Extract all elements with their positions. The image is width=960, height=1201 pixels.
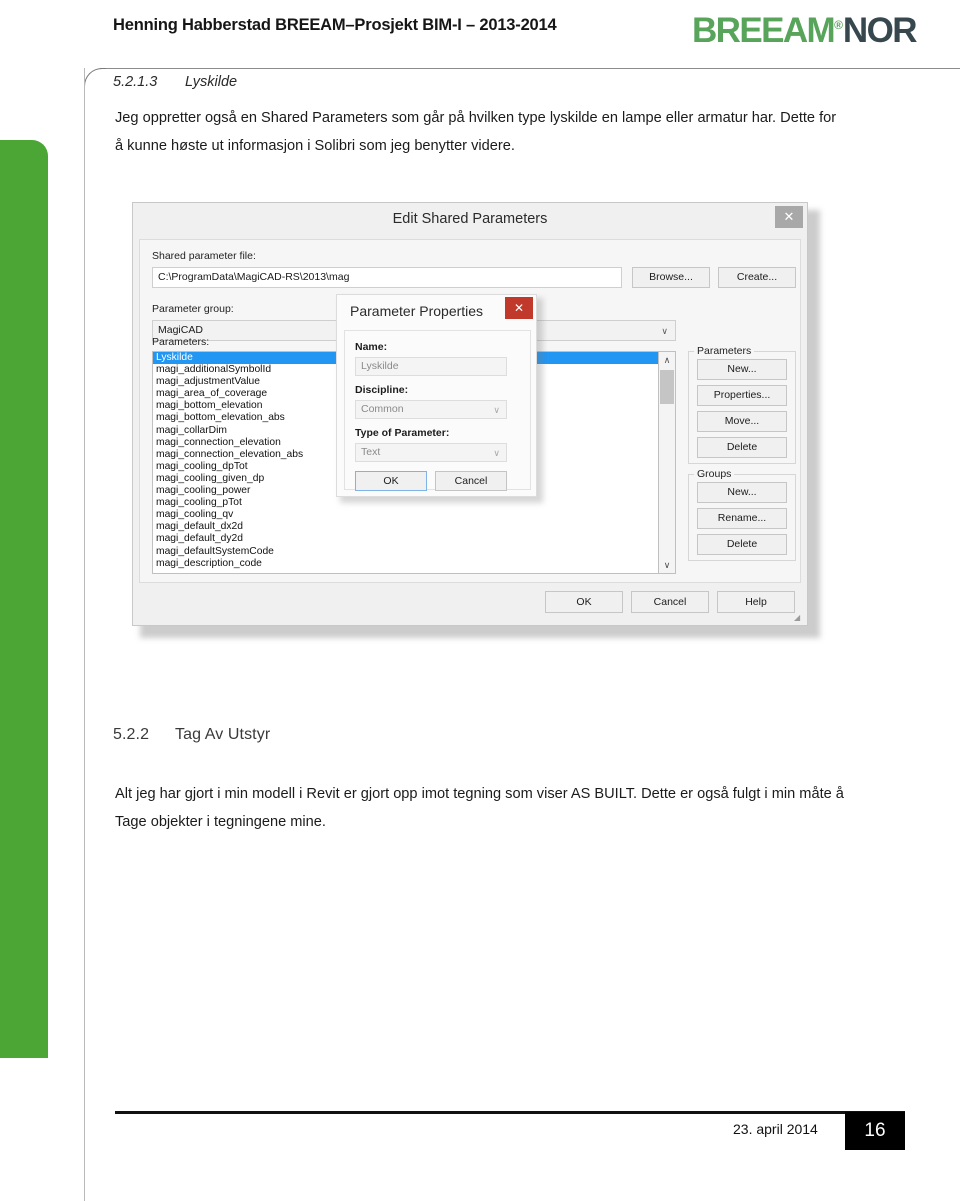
list-item[interactable]: magi_defaultSystemCode	[153, 546, 675, 558]
dialog-ok-button[interactable]: OK	[545, 591, 623, 613]
chevron-down-icon: ∨	[661, 326, 668, 336]
parameters-groupbox-title: Parameters	[694, 345, 755, 357]
section-paragraph-lyskilde: Jeg oppretter også en Shared Parameters …	[115, 110, 837, 154]
chevron-down-icon: ∨	[493, 448, 500, 458]
footer-divider	[115, 1111, 905, 1114]
name-label: Name:	[355, 341, 388, 353]
type-of-parameter-value: Text	[361, 446, 381, 458]
close-icon[interactable]: ✕	[775, 206, 803, 228]
shared-parameter-file-input[interactable]: C:\ProgramData\MagiCAD-RS\2013\mag	[152, 267, 622, 288]
parameter-delete-button[interactable]: Delete	[697, 437, 787, 458]
section-heading-5-2-1-3: 5.2.1.3 Lyskilde	[113, 74, 237, 90]
parameter-properties-button[interactable]: Properties...	[697, 385, 787, 406]
type-of-parameter-label: Type of Parameter:	[355, 427, 450, 439]
section-number: 5.2.2	[113, 726, 150, 743]
edit-shared-parameters-dialog[interactable]: Edit Shared Parameters ✕ Shared paramete…	[132, 202, 808, 626]
group-delete-button[interactable]: Delete	[697, 534, 787, 555]
discipline-select[interactable]: Common ∨	[355, 400, 507, 419]
section-number: 5.2.1.3	[113, 74, 158, 90]
close-icon[interactable]: ✕	[505, 297, 533, 319]
section-paragraph-tag-av-utstyr: Alt jeg har gjort i min modell i Revit e…	[115, 786, 844, 830]
list-item[interactable]: magi_default_dx2d	[153, 521, 675, 533]
parameters-list-scrollbar[interactable]: ∧ ∨	[658, 351, 676, 574]
dialog-title-bar: Edit Shared Parameters ✕	[133, 203, 807, 239]
list-item[interactable]: magi_description_code	[153, 558, 675, 570]
parameter-properties-ok-button[interactable]: OK	[355, 471, 427, 491]
resize-grip-icon[interactable]: ◢	[794, 613, 803, 622]
shared-parameter-file-label: Shared parameter file:	[152, 250, 256, 262]
scroll-down-icon[interactable]: ∨	[659, 557, 675, 573]
parameter-group-label: Parameter group:	[152, 303, 234, 315]
parameter-properties-dialog[interactable]: Parameter Properties ✕ Name: Lyskilde Di…	[336, 294, 537, 497]
content-corner-rule	[84, 68, 106, 90]
discipline-label: Discipline:	[355, 384, 409, 396]
registered-trademark-icon: ®	[834, 18, 843, 32]
document-header: Henning Habberstad BREEAM–Prosjekt BIM-I…	[0, 0, 960, 56]
parameter-move-button[interactable]: Move...	[697, 411, 787, 432]
dialog-title: Edit Shared Parameters	[392, 211, 548, 227]
parameter-properties-title: Parameter Properties	[350, 303, 484, 319]
scroll-up-icon[interactable]: ∧	[659, 352, 675, 368]
section-heading-5-2-2: 5.2.2 Tag Av Utstyr	[113, 726, 270, 744]
chevron-down-icon: ∨	[493, 405, 500, 415]
section-title: Lyskilde	[185, 74, 238, 90]
dialog-help-button[interactable]: Help	[717, 591, 795, 613]
list-item[interactable]: magi_cooling_qv	[153, 509, 675, 521]
type-of-parameter-select[interactable]: Text ∨	[355, 443, 507, 462]
parameter-group-value: MagiCAD	[158, 324, 203, 336]
list-item[interactable]: magi_default_dy2d	[153, 533, 675, 545]
content-left-rule	[84, 68, 85, 1201]
parameters-label: Parameters:	[152, 336, 210, 348]
scrollbar-thumb[interactable]	[660, 370, 674, 404]
section-title: Tag Av Utstyr	[175, 726, 271, 743]
logo-text-breeam: BREEAM	[692, 11, 836, 50]
group-rename-button[interactable]: Rename...	[697, 508, 787, 529]
dialog-cancel-button[interactable]: Cancel	[631, 591, 709, 613]
page-title: Henning Habberstad BREEAM–Prosjekt BIM-I…	[113, 16, 557, 34]
logo-text-nor: NOR	[842, 11, 918, 50]
name-field[interactable]: Lyskilde	[355, 357, 507, 376]
breeam-nor-logo: BREEAM®NOR	[692, 6, 918, 50]
groups-groupbox-title: Groups	[694, 468, 735, 480]
group-new-button[interactable]: New...	[697, 482, 787, 503]
browse-button[interactable]: Browse...	[632, 267, 710, 288]
page-number: 16	[864, 1120, 886, 1141]
footer-date: 23. april 2014	[733, 1121, 818, 1137]
header-divider	[100, 68, 960, 69]
green-side-bar	[0, 140, 48, 1058]
parameter-new-button[interactable]: New...	[697, 359, 787, 380]
create-button[interactable]: Create...	[718, 267, 796, 288]
parameter-properties-body: Name: Lyskilde Discipline: Common ∨ Type…	[344, 330, 531, 491]
embedded-screenshot: Edit Shared Parameters ✕ Shared paramete…	[132, 202, 824, 642]
dialog-body: Shared parameter file: C:\ProgramData\Ma…	[139, 239, 801, 583]
parameter-properties-cancel-button[interactable]: Cancel	[435, 471, 507, 491]
discipline-value: Common	[361, 403, 404, 415]
page-number-badge: 16	[845, 1112, 905, 1150]
